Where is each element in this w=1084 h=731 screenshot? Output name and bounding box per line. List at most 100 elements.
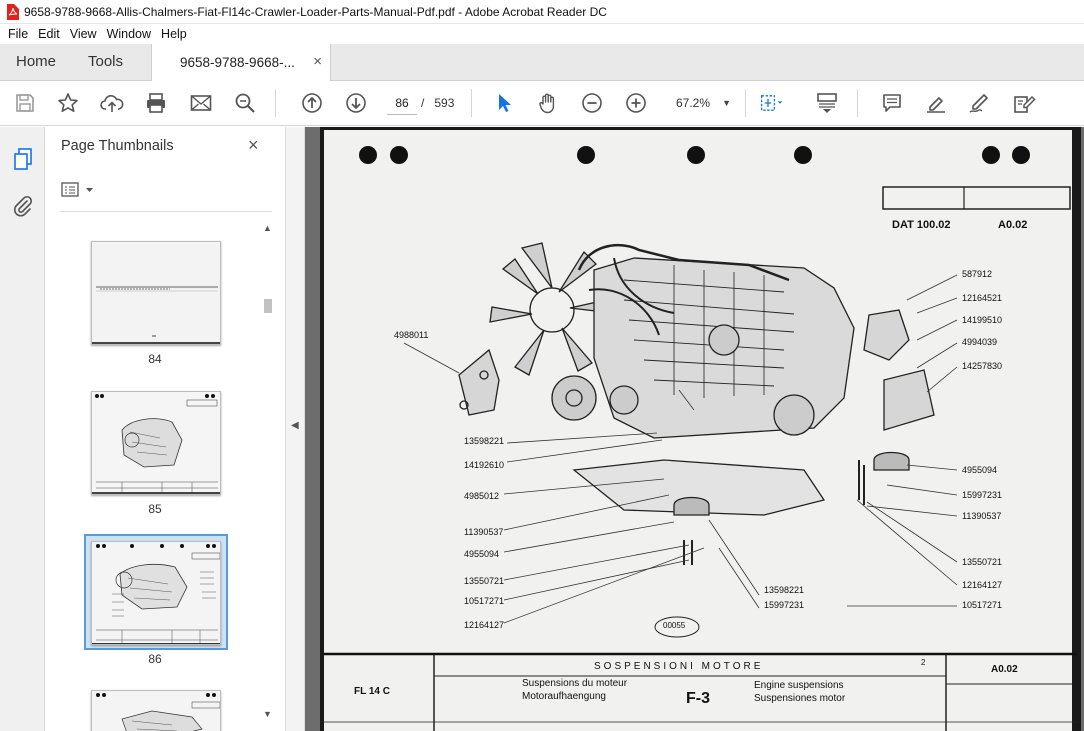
part-number: 12164521: [962, 293, 1003, 303]
navigation-rail: [0, 127, 45, 731]
part-number: 12164127: [962, 580, 1003, 590]
menu-help[interactable]: Help: [156, 27, 192, 41]
thumbnails-scrollbar[interactable]: ▲ ▼: [261, 221, 275, 721]
scrollbar-thumb[interactable]: [264, 299, 272, 313]
tab-document-label: 9658-9788-9668-...: [180, 55, 295, 70]
chevron-down-icon: ▼: [722, 98, 731, 108]
scroll-down-arrow-icon[interactable]: ▼: [263, 709, 272, 719]
footer-title-es: Suspensiones motor: [754, 693, 846, 704]
window-title: 9658-9788-9668-Allis-Chalmers-Fiat-Fl14c…: [24, 4, 607, 19]
share-upload-icon[interactable]: [100, 91, 124, 115]
part-number: 15997231: [764, 600, 805, 610]
highlight-pen-icon[interactable]: [924, 91, 948, 115]
part-number: 13598221: [464, 436, 505, 446]
fit-page-icon[interactable]: [760, 91, 784, 115]
part-number: 4988011: [394, 330, 429, 340]
menu-bar: File Edit View Window Help: [0, 24, 1084, 44]
pdf-page: DAT 100.02 A0.02 4988011 13598221 141926…: [320, 127, 1081, 731]
total-pages-value: 593: [434, 96, 455, 110]
tab-tools[interactable]: Tools: [88, 44, 123, 80]
part-number: 4955094: [464, 549, 500, 559]
thumbnail-page-86[interactable]: [91, 541, 221, 645]
part-number: 14257830: [962, 361, 1003, 371]
thumbnail-page-87[interactable]: [91, 690, 221, 731]
page-separator: /: [421, 96, 425, 110]
zoom-level-value: 67.2%: [676, 96, 711, 110]
previous-page-icon[interactable]: [300, 91, 324, 115]
bookmark-star-icon[interactable]: [56, 91, 80, 115]
attachment-paperclip-icon[interactable]: [11, 193, 35, 217]
part-number: 13550721: [464, 576, 505, 586]
page-thumbnails-icon[interactable]: [11, 147, 35, 171]
header-code-left: DAT 100.02: [892, 219, 951, 231]
acrobat-icon: [5, 3, 19, 20]
sign-icon[interactable]: [968, 91, 992, 115]
part-number: 13598221: [764, 585, 805, 595]
part-number: 14199510: [962, 315, 1003, 325]
part-number: 4994039: [962, 337, 998, 347]
print-icon[interactable]: [144, 91, 168, 115]
footer-title-de: Motoraufhaengung: [522, 691, 606, 702]
part-number: 12164127: [464, 620, 505, 630]
thumbnail-label: 84: [148, 352, 162, 366]
zoom-level-select[interactable]: 67.2% ▼: [663, 92, 735, 115]
part-number: 4955094: [962, 465, 998, 475]
part-number: 587912: [962, 269, 993, 279]
hand-tool-icon[interactable]: [536, 91, 560, 115]
footer-title-en: Engine suspensions: [754, 680, 844, 691]
toolbar-divider: [857, 89, 858, 117]
part-number: 10517271: [962, 600, 1003, 610]
current-page-input[interactable]: 86: [387, 92, 417, 115]
footer-code: A0.02: [991, 664, 1018, 675]
search-zoom-icon[interactable]: [233, 91, 257, 115]
email-icon[interactable]: [189, 91, 213, 115]
next-page-icon[interactable]: [344, 91, 368, 115]
comment-icon[interactable]: [880, 91, 904, 115]
part-number: 14192610: [464, 460, 505, 470]
footer-title-it: SOSPENSIONI MOTORE: [594, 661, 764, 672]
zoom-in-icon[interactable]: [624, 91, 648, 115]
thumbnail-page-84[interactable]: [91, 241, 221, 345]
thumbnail-page-85[interactable]: [91, 391, 221, 495]
footer-sheet: 2: [921, 658, 926, 667]
page-thumbnails-panel: Page Thumbnails × 84 85 86 ▲ ▼: [45, 127, 285, 731]
total-pages: / 593: [421, 92, 454, 115]
thumbnail-label: 86: [148, 652, 162, 666]
tab-bar: Home Tools 9658-9788-9668-... ×: [0, 44, 1084, 81]
footer-title-fr: Suspensions du moteur: [522, 678, 628, 689]
fill-sign-icon[interactable]: [1012, 91, 1036, 115]
header-code-right: A0.02: [998, 219, 1028, 231]
tab-home[interactable]: Home: [16, 44, 56, 80]
menu-edit[interactable]: Edit: [33, 27, 65, 41]
select-cursor-icon[interactable]: [492, 91, 516, 115]
panel-collapse-strip[interactable]: ◀: [285, 127, 305, 731]
menu-window[interactable]: Window: [102, 27, 156, 41]
footer-model: FL 14 C: [354, 686, 390, 697]
tab-close-button[interactable]: ×: [313, 53, 322, 70]
save-icon[interactable]: [13, 91, 37, 115]
part-number: 13550721: [962, 557, 1003, 567]
toolbar: 86 / 593 67.2% ▼: [0, 81, 1084, 126]
scroll-up-arrow-icon[interactable]: ▲: [263, 223, 272, 233]
collapse-left-arrow-icon[interactable]: ◀: [291, 420, 299, 431]
scroll-mode-icon[interactable]: [815, 91, 839, 115]
part-number: 11390537: [962, 511, 1002, 521]
toolbar-divider: [471, 89, 472, 117]
part-number: 10517271: [464, 596, 505, 606]
tab-document[interactable]: 9658-9788-9668-... ×: [151, 44, 331, 81]
thumbnail-options-menu[interactable]: [61, 181, 101, 199]
panel-divider: [60, 211, 272, 212]
zoom-out-icon[interactable]: [580, 91, 604, 115]
toolbar-divider: [275, 89, 276, 117]
part-number: 4985012: [464, 491, 500, 501]
panel-title: Page Thumbnails: [61, 138, 174, 154]
part-number: 11390537: [464, 527, 504, 537]
part-number: 15997231: [962, 490, 1003, 500]
panel-close-button[interactable]: ×: [248, 135, 259, 156]
footer-figure: F-3: [686, 690, 710, 707]
menu-view[interactable]: View: [65, 27, 102, 41]
title-bar: 9658-9788-9668-Allis-Chalmers-Fiat-Fl14c…: [0, 0, 1084, 24]
thumbnail-label: 85: [148, 502, 162, 516]
document-view[interactable]: DAT 100.02 A0.02 4988011 13598221 141926…: [305, 127, 1084, 731]
menu-file[interactable]: File: [3, 27, 33, 41]
